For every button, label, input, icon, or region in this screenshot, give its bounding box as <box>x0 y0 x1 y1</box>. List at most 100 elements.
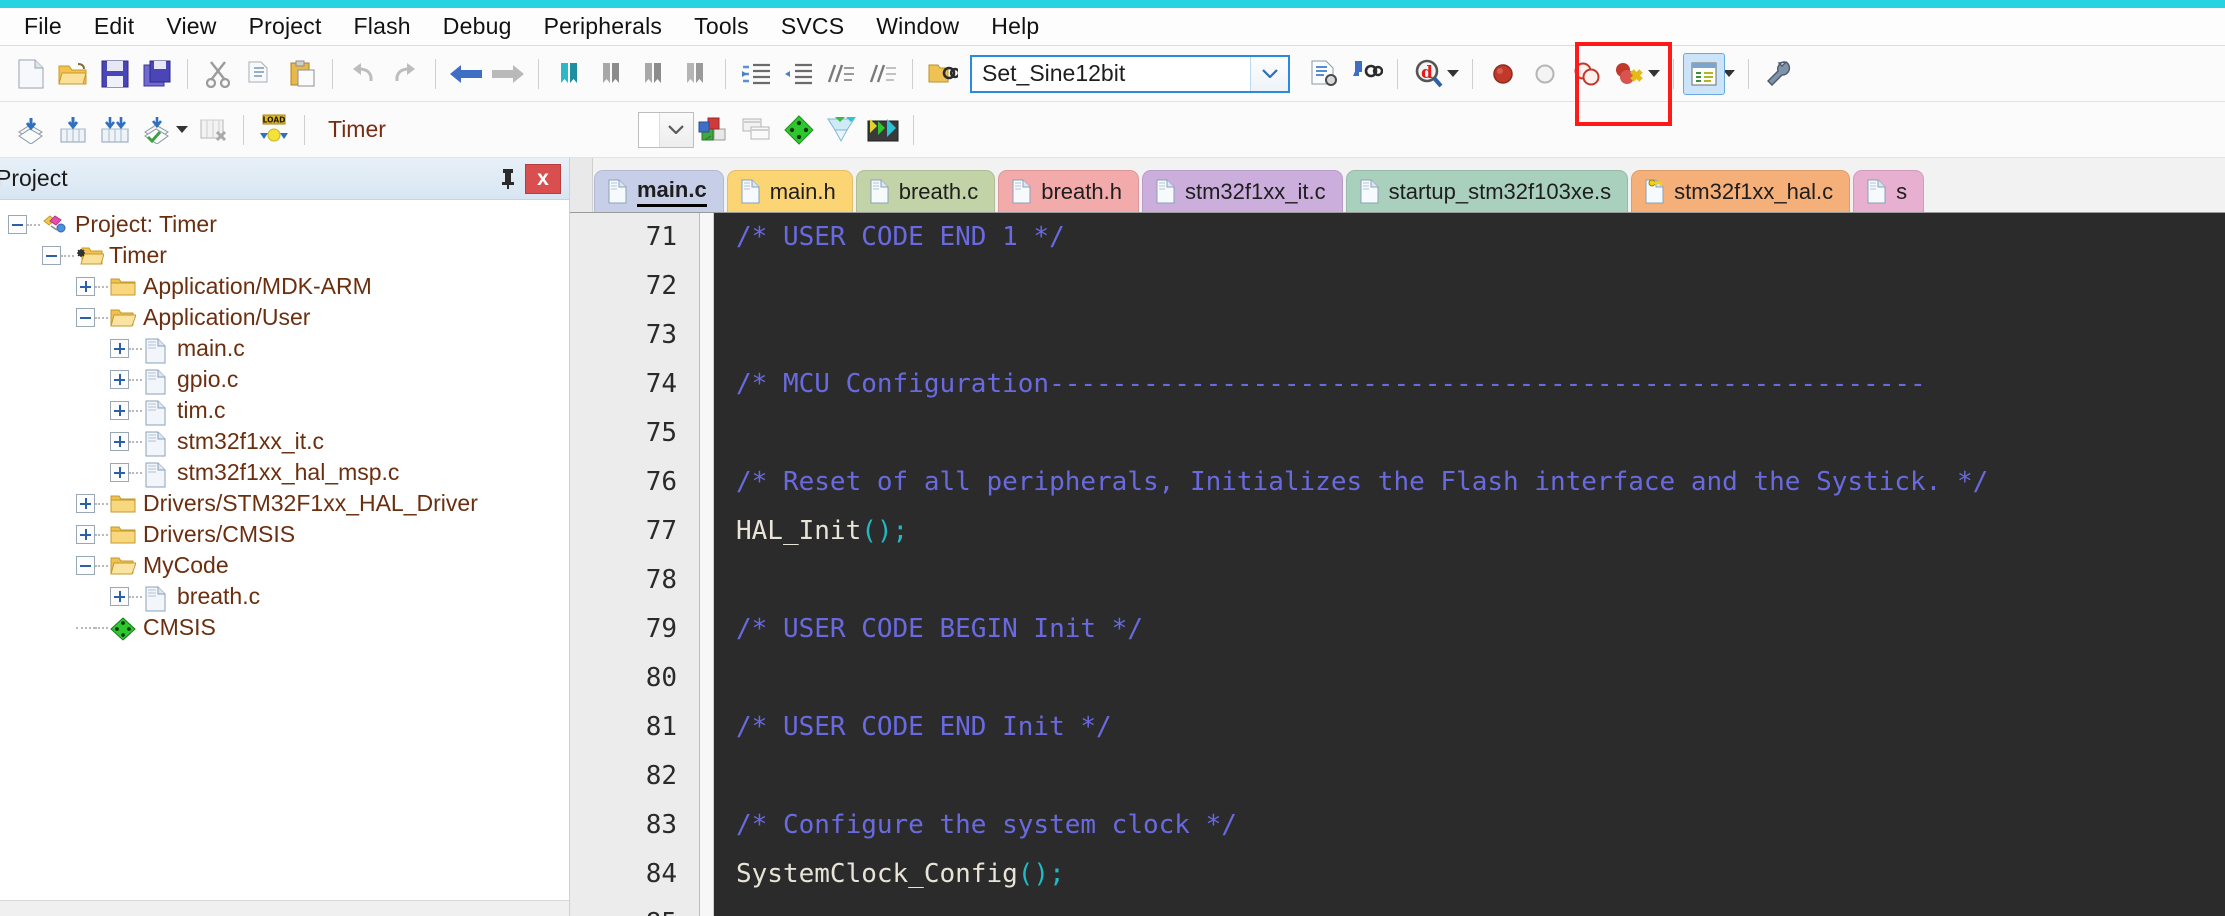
tree-expand-button[interactable] <box>110 463 129 482</box>
save-button[interactable] <box>94 53 136 95</box>
menu-item-debug[interactable]: Debug <box>427 11 528 42</box>
tree-item-application-user[interactable]: Application/User <box>0 302 569 333</box>
save-all-button[interactable] <box>136 53 178 95</box>
code-line[interactable]: /* MCU Configuration--------------------… <box>714 360 2225 409</box>
menu-item-svcs[interactable]: SVCS <box>765 11 860 42</box>
editor-tab-stm32f1xx-it-c[interactable]: stm32f1xx_it.c <box>1142 170 1343 212</box>
previous-bookmark-button[interactable] <box>590 53 632 95</box>
manage-run-time-environment-button[interactable] <box>778 109 820 151</box>
tree-expand-button[interactable] <box>76 525 95 544</box>
tree-item-main-c[interactable]: main.c <box>0 333 569 364</box>
menu-item-project[interactable]: Project <box>233 11 338 42</box>
code-line[interactable] <box>714 409 2225 458</box>
editor-tab-startup-stm32f103xe-s[interactable]: startup_stm32f103xe.s <box>1346 170 1629 212</box>
editor-tab-breath-c[interactable]: breath.c <box>856 170 996 212</box>
pack-installer-button[interactable] <box>820 109 862 151</box>
pack-filter-button[interactable] <box>862 109 904 151</box>
new-file-button[interactable] <box>10 53 52 95</box>
code-line[interactable] <box>714 899 2225 916</box>
tree-item-mycode[interactable]: MyCode <box>0 550 569 581</box>
find-next-button[interactable] <box>1346 53 1388 95</box>
menu-item-peripherals[interactable]: Peripherals <box>528 11 679 42</box>
manage-multi-project-button[interactable] <box>736 109 778 151</box>
indent-left-button[interactable] <box>777 53 819 95</box>
uncomment-block-button[interactable] <box>861 53 903 95</box>
code-line[interactable] <box>714 556 2225 605</box>
undo-button[interactable] <box>342 53 384 95</box>
tree-collapse-button[interactable] <box>76 556 95 575</box>
tree-item-tim-c[interactable]: tim.c <box>0 395 569 426</box>
kill-all-breakpoints-button[interactable] <box>1608 53 1650 95</box>
editor-tab-breath-h[interactable]: breath.h <box>998 170 1139 212</box>
navigate-forward-button[interactable] <box>487 53 529 95</box>
menu-item-help[interactable]: Help <box>975 11 1055 42</box>
open-file-button[interactable] <box>52 53 94 95</box>
pin-button[interactable] <box>491 163 525 195</box>
close-panel-button[interactable]: x <box>525 164 561 194</box>
menu-item-edit[interactable]: Edit <box>78 11 150 42</box>
tree-item-application-mdk-arm[interactable]: Application/MDK-ARM <box>0 271 569 302</box>
code-line[interactable]: /* USER CODE BEGIN Init */ <box>714 605 2225 654</box>
paste-button[interactable] <box>281 53 323 95</box>
tree-expand-button[interactable] <box>76 494 95 513</box>
editor-tab-main-h[interactable]: main.h <box>727 170 853 212</box>
redo-button[interactable] <box>384 53 426 95</box>
tree-item-breath-c[interactable]: breath.c <box>0 581 569 612</box>
target-combobox-arrow[interactable] <box>659 113 693 147</box>
menu-item-view[interactable]: View <box>150 11 232 42</box>
cut-button[interactable] <box>197 53 239 95</box>
code-line[interactable]: /* USER CODE END 1 */ <box>714 213 2225 262</box>
find-in-files-button[interactable] <box>922 53 964 95</box>
menu-item-file[interactable]: File <box>8 11 78 42</box>
tree-item-timer[interactable]: Timer <box>0 240 569 271</box>
clear-bookmarks-button[interactable] <box>674 53 716 95</box>
indent-right-button[interactable] <box>735 53 777 95</box>
download-button[interactable]: LOAD <box>253 109 295 151</box>
menu-item-window[interactable]: Window <box>860 11 975 42</box>
tree-expand-button[interactable] <box>110 339 129 358</box>
bookmark-list-button[interactable] <box>1304 53 1346 95</box>
tree-collapse-button[interactable] <box>76 308 95 327</box>
code-line[interactable]: HAL_Init(); <box>714 507 2225 556</box>
tree-item-cmsis[interactable]: CMSIS <box>0 612 569 643</box>
disable-all-breakpoints-button[interactable] <box>1566 53 1608 95</box>
stop-build-button[interactable] <box>192 109 234 151</box>
tree-expand-button[interactable] <box>76 277 95 296</box>
insert-bookmark-button[interactable] <box>548 53 590 95</box>
editor-tab-main-c[interactable]: main.c <box>594 170 724 212</box>
insert-remove-breakpoint-button[interactable] <box>1482 53 1524 95</box>
tree-expand-button[interactable] <box>110 370 129 389</box>
tree-expand-button[interactable] <box>110 401 129 420</box>
breakpoint-margin[interactable] <box>700 213 714 916</box>
code-line[interactable] <box>714 752 2225 801</box>
editor-tabstrip[interactable]: main.cmain.hbreath.cbreath.hstm32f1xx_it… <box>570 158 2225 213</box>
tree-item-stm32f1xx-it-c[interactable]: stm32f1xx_it.c <box>0 426 569 457</box>
tree-item-project-timer[interactable]: Project: Timer <box>0 209 569 240</box>
tree-item-drivers-stm32f1xx-hal-driver[interactable]: Drivers/STM32F1xx_HAL_Driver <box>0 488 569 519</box>
project-horizontal-scrollbar[interactable] <box>0 900 569 916</box>
navigate-backward-button[interactable] <box>445 53 487 95</box>
project-tree[interactable]: Project: TimerTimerApplication/MDK-ARMAp… <box>0 200 569 900</box>
batch-build-button[interactable] <box>136 109 178 151</box>
enable-disable-breakpoint-button[interactable] <box>1524 53 1566 95</box>
code-line[interactable] <box>714 262 2225 311</box>
editor-tab-s[interactable]: s <box>1853 170 1924 212</box>
manage-project-items-button[interactable] <box>694 109 736 151</box>
target-combobox[interactable] <box>638 112 694 148</box>
tree-collapse-button[interactable] <box>8 215 27 234</box>
next-bookmark-button[interactable] <box>632 53 674 95</box>
code-line[interactable]: SystemClock_Config(); <box>714 850 2225 899</box>
configuration-wizard-button[interactable] <box>1683 53 1725 95</box>
menu-item-tools[interactable]: Tools <box>678 11 765 42</box>
code-line[interactable] <box>714 654 2225 703</box>
build-button[interactable] <box>52 109 94 151</box>
find-combobox-arrow[interactable] <box>1250 57 1288 91</box>
translate-button[interactable] <box>10 109 52 151</box>
menu-item-flash[interactable]: Flash <box>338 11 427 42</box>
comment-block-button[interactable] <box>819 53 861 95</box>
options-for-target-button[interactable] <box>1758 53 1800 95</box>
code-line[interactable]: /* USER CODE END Init */ <box>714 703 2225 752</box>
tree-item-stm32f1xx-hal-msp-c[interactable]: stm32f1xx_hal_msp.c <box>0 457 569 488</box>
find-combobox[interactable]: Set_Sine12bit <box>970 55 1290 93</box>
rebuild-button[interactable] <box>94 109 136 151</box>
